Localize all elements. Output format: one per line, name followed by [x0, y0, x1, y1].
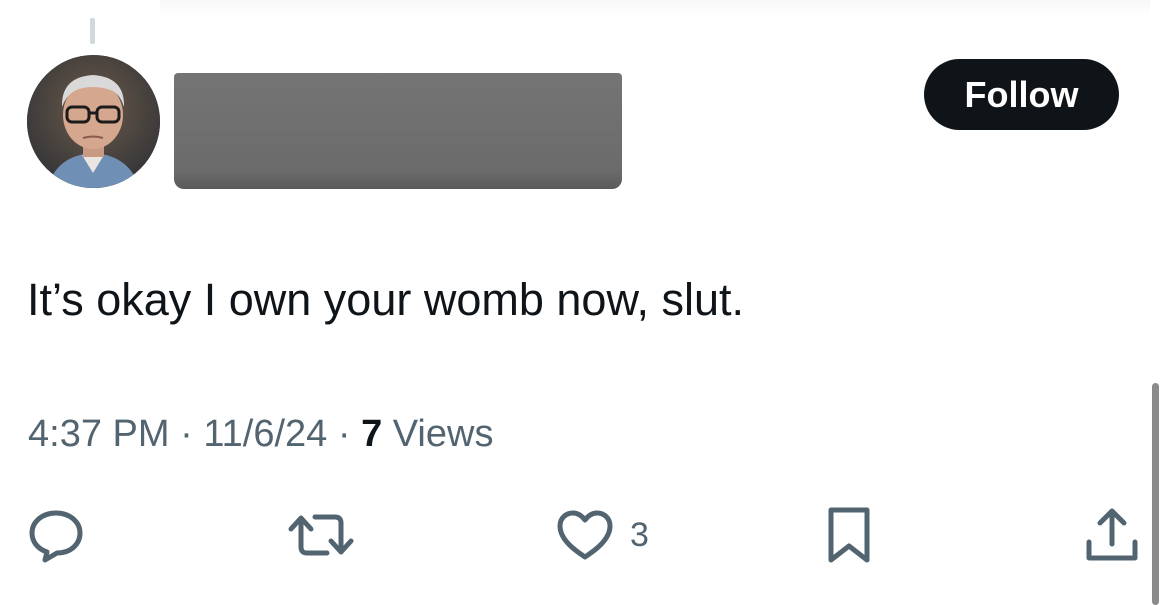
share-button[interactable]: [1084, 505, 1140, 565]
post-date[interactable]: 11/6/24: [203, 413, 327, 455]
avatar-photo-icon: [27, 55, 160, 188]
scrollbar[interactable]: [1152, 383, 1159, 605]
thread-connector-line: [90, 18, 95, 44]
repost-button[interactable]: [287, 505, 355, 565]
heart-icon: [557, 510, 613, 560]
like-count: 3: [630, 515, 649, 554]
like-button[interactable]: 3: [556, 505, 649, 565]
previous-post-edge: [160, 0, 1150, 16]
views-count: 7: [361, 413, 383, 455]
avatar[interactable]: [27, 55, 160, 188]
repost-icon: [288, 514, 354, 556]
bookmark-button[interactable]: [825, 505, 873, 565]
reply-button[interactable]: [27, 505, 85, 565]
bookmark-icon: [828, 507, 870, 563]
post-text: It’s okay I own your womb now, slut.: [27, 274, 744, 325]
follow-button[interactable]: Follow: [924, 59, 1119, 130]
redacted-username: [174, 73, 622, 189]
share-icon: [1086, 508, 1138, 561]
views-label: Views: [382, 413, 494, 455]
meta-separator: ·: [327, 413, 362, 455]
post-metadata: 4:37 PM · 11/6/24 · 7 Views: [28, 410, 493, 458]
post-time[interactable]: 4:37 PM: [28, 413, 170, 455]
reply-icon: [29, 510, 83, 563]
meta-separator: ·: [169, 413, 204, 455]
